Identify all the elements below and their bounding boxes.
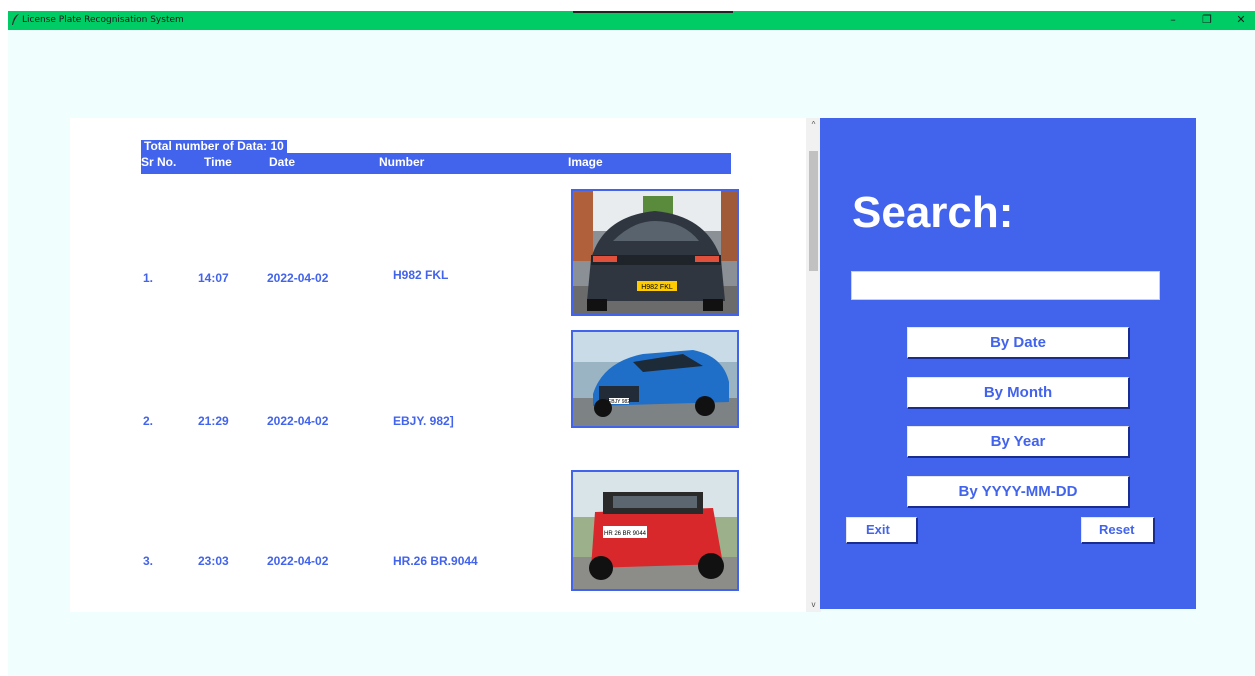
table-header: Sr No. Time Date Number Image — [141, 153, 731, 174]
maximize-button[interactable]: ❐ — [1196, 12, 1218, 28]
by-year-button[interactable]: By Year — [907, 426, 1130, 458]
header-number: Number — [379, 155, 425, 169]
list-scrollbar[interactable]: ^ v — [806, 118, 821, 612]
by-full-date-button[interactable]: By YYYY-MM-DD — [907, 476, 1130, 508]
title-bar[interactable]: License Plate Recognisation System – ❐ ✕ — [8, 11, 1255, 30]
total-count-label: Total number of Data: 10 — [141, 140, 287, 153]
car-image: HR 26 BR 9044 — [571, 470, 739, 591]
search-input[interactable] — [851, 271, 1160, 300]
row-time: 14:07 — [198, 271, 229, 285]
row-number: HR.26 BR.9044 — [393, 554, 478, 568]
exit-button[interactable]: Exit — [846, 517, 918, 544]
row-date: 2022-04-02 — [267, 554, 329, 568]
title-divider — [573, 11, 733, 13]
row-date: 2022-04-02 — [267, 271, 329, 285]
scroll-up-arrow[interactable]: ^ — [806, 118, 821, 132]
row-sr-no: 2. — [143, 414, 154, 428]
row-sr-no: 3. — [143, 554, 154, 568]
plate-text: EBJY 982 — [608, 399, 630, 405]
by-month-button[interactable]: By Month — [907, 377, 1130, 409]
header-image: Image — [568, 155, 603, 169]
search-title: Search: — [852, 188, 1014, 237]
row-time: 23:03 — [198, 554, 229, 568]
header-sr-no: Sr No. — [141, 155, 177, 169]
scroll-down-arrow[interactable]: v — [806, 598, 821, 612]
car-image: EBJY 982 — [571, 330, 739, 428]
row-time: 21:29 — [198, 414, 229, 428]
header-date: Date — [269, 155, 296, 169]
plate-text: HR 26 BR 9044 — [604, 531, 647, 537]
by-date-button[interactable]: By Date — [907, 327, 1130, 359]
window-title: License Plate Recognisation System — [22, 15, 184, 25]
minimize-button[interactable]: – — [1162, 12, 1184, 28]
close-button[interactable]: ✕ — [1230, 12, 1252, 28]
search-panel: Search: By Date By Month By Year By YYYY… — [820, 118, 1196, 609]
records-list-panel[interactable]: Total number of Data: 10 Sr No. Time Dat… — [70, 118, 806, 612]
plate-text: H982 FKL — [641, 284, 673, 291]
reset-button[interactable]: Reset — [1081, 517, 1155, 544]
row-date: 2022-04-02 — [267, 414, 329, 428]
feather-icon — [11, 13, 20, 26]
header-time: Time — [204, 155, 232, 169]
row-number: H982 FKL — [393, 268, 449, 282]
scroll-thumb[interactable] — [809, 151, 818, 271]
app-window: License Plate Recognisation System – ❐ ✕… — [8, 11, 1255, 676]
row-sr-no: 1. — [143, 271, 154, 285]
car-image: H982 FKL — [571, 189, 739, 316]
row-number: EBJY. 982] — [393, 414, 454, 428]
